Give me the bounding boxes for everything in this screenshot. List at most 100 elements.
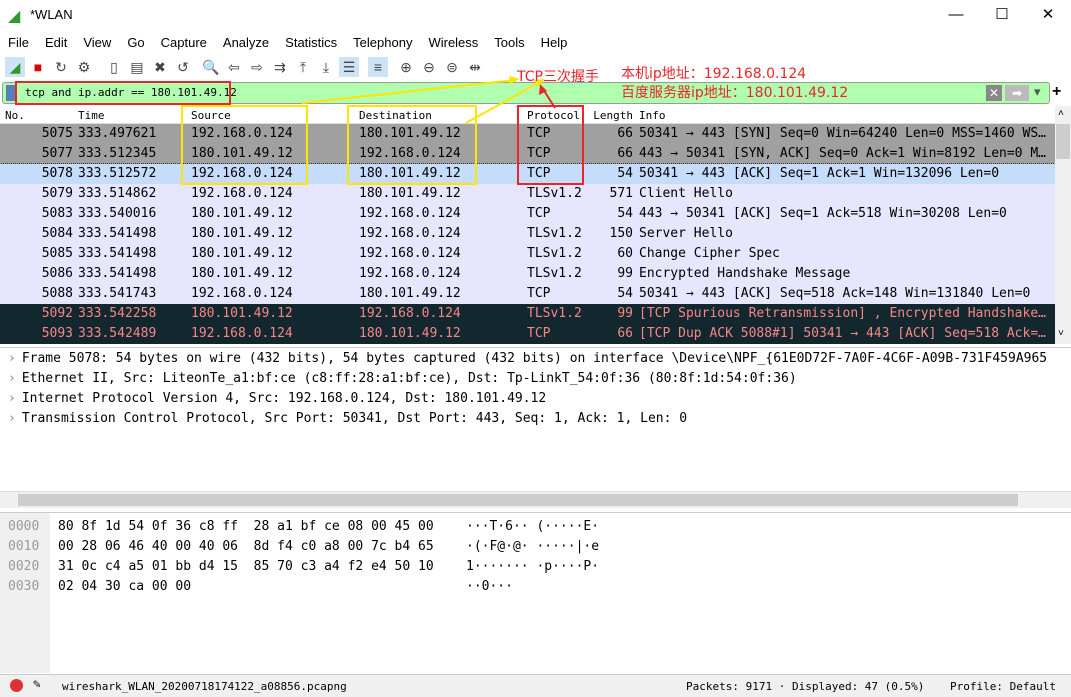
column-header-no[interactable]: No. [5,109,73,122]
reload-icon[interactable]: ↺ [173,57,193,77]
detail-tree-item[interactable]: › Internet Protocol Version 4, Src: 192.1… [0,388,1071,408]
expand-chevron-icon[interactable]: › [8,391,16,406]
packet-info: 443 → 50341 [ACK] Seq=1 Ack=518 Win=3020… [639,206,1007,221]
menu-telephony[interactable]: Telephony [345,32,420,50]
hex-bytes[interactable]: 00 28 06 46 40 00 40 06 8d f4 c0 a8 00 7… [58,539,434,559]
packet-src: 180.101.49.12 [191,306,293,321]
packet-row[interactable]: 5088 333.541743 192.168.0.124 180.101.49.12… [0,284,1055,304]
hex-bytes[interactable]: 80 8f 1d 54 0f 36 c8 ff 28 a1 bf ce 08 0… [58,519,434,539]
autoscroll-icon[interactable]: ☰ [339,57,359,77]
menu-bar: File Edit View Go Capture Analyze Statistics Te… [0,32,1071,54]
menu-file[interactable]: File [0,32,37,50]
packet-row[interactable]: 5083 333.540016 180.101.49.12 192.168.0.124… [0,204,1055,224]
scroll-down-icon[interactable]: ˅ [1058,328,1064,339]
column-header-length[interactable]: Length [588,109,633,122]
resize-columns-icon[interactable]: ⇹ [465,57,485,77]
column-header-info[interactable]: Info [639,109,1049,122]
packet-row[interactable]: 5075 333.497621 192.168.0.124 180.101.49.12… [0,124,1055,144]
detail-tree-item[interactable]: › Ethernet II, Src: LiteonTe_a1:bf:ce (c8… [0,368,1071,388]
menu-tools[interactable]: Tools [486,32,532,50]
packet-row[interactable]: 5086 333.541498 180.101.49.12 192.168.0.124… [0,264,1055,284]
packet-row[interactable]: 5077 333.512345 180.101.49.12 192.168.0.124… [0,144,1055,164]
packet-src: 192.168.0.124 [191,126,293,141]
capture-file-name: wireshark_WLAN_20200718174122_a08856.pca… [62,680,347,693]
column-header-protocol[interactable]: Protocol [527,109,580,122]
minimize-button[interactable]: — [933,0,979,31]
go-to-packet-icon[interactable]: ⇉ [270,57,290,77]
packet-row[interactable]: 5092 333.542258 180.101.49.12 192.168.0.124… [0,304,1055,324]
menu-statistics[interactable]: Statistics [277,32,345,50]
packet-row[interactable]: 5085 333.541498 180.101.49.12 192.168.0.124… [0,244,1055,264]
packet-row[interactable]: 5079 333.514862 192.168.0.124 180.101.49.12… [0,184,1055,204]
expand-chevron-icon[interactable]: › [8,351,16,366]
hex-bytes[interactable]: 31 0c c4 a5 01 bb d4 15 85 70 c3 a4 f2 e… [58,559,434,579]
back-icon[interactable]: ⇦ [224,57,244,77]
profile-label[interactable]: Profile: Default [950,680,1056,693]
column-header-source[interactable]: Source [191,109,231,122]
packet-no: 5086 [41,266,73,281]
packet-row[interactable]: 5084 333.541498 180.101.49.12 192.168.0.124… [0,224,1055,244]
packet-row[interactable]: 5078 333.512572 192.168.0.124 180.101.49.12… [0,163,1055,185]
column-header-time[interactable]: Time [78,109,105,122]
close-file-icon[interactable]: ✖ [150,57,170,77]
hex-ascii[interactable]: 1······· ·p····P· [466,559,599,579]
bookmark-icon[interactable] [6,85,16,101]
menu-view[interactable]: View [75,32,119,50]
detail-tree-item[interactable]: › Transmission Control Protocol, Src Port… [0,408,1071,428]
details-horizontal-scrollbar[interactable] [0,491,1071,508]
expand-chevron-icon[interactable]: › [8,411,16,426]
packet-proto: TLSv1.2 [527,306,582,321]
menu-wireless[interactable]: Wireless [420,32,486,50]
packet-info: Client Hello [639,186,733,201]
clear-filter-icon[interactable]: ✕ [986,85,1002,101]
expert-info-icon[interactable] [10,679,23,692]
scrollbar-thumb[interactable] [18,494,1018,506]
packet-dst: 192.168.0.124 [359,306,461,321]
zoom-out-icon[interactable]: ⊖ [419,57,439,77]
packet-info: Encrypted Handshake Message [639,266,851,281]
packet-no: 5093 [41,326,73,341]
packet-row[interactable]: 5093 333.542489 192.168.0.124 180.101.49.12… [0,324,1055,344]
packet-proto: TCP [527,206,551,221]
packet-info: 50341 → 443 [SYN] Seq=0 Win=64240 Len=0 … [639,126,1049,141]
expand-chevron-icon[interactable]: › [8,371,16,386]
zoom-normal-icon[interactable]: ⊜ [442,57,462,77]
apply-filter-icon[interactable]: ➡ [1005,85,1029,101]
add-filter-button[interactable]: + [1052,83,1061,101]
zoom-in-icon[interactable]: ⊕ [396,57,416,77]
packet-len: 99 [617,266,633,281]
last-packet-icon[interactable]: ⤓ [316,57,336,77]
menu-capture[interactable]: Capture [153,32,215,50]
detail-text: Ethernet II, Src: LiteonTe_a1:bf:ce (c8:… [21,371,797,386]
filter-input[interactable]: tcp and ip.addr == 180.101.49.12 [25,86,237,99]
open-file-icon[interactable]: ▯ [104,57,124,77]
scrollbar-thumb[interactable] [1056,124,1070,159]
hex-offset: 0000 [8,519,40,534]
capture-comment-icon[interactable]: ✎ [33,677,41,692]
hex-ascii[interactable]: ··0··· [466,579,513,599]
menu-analyze[interactable]: Analyze [215,32,277,50]
detail-tree-item[interactable]: › Frame 5078: 54 bytes on wire (432 bits)… [0,348,1071,368]
column-header-destination[interactable]: Destination [359,109,432,122]
find-icon[interactable]: 🔍 [201,57,221,77]
scroll-up-icon[interactable]: ˄ [1058,108,1064,119]
shark-fin-start-icon[interactable]: ◢ [5,57,25,77]
filter-history-dropdown[interactable]: ▾ [1034,84,1041,100]
hex-bytes[interactable]: 02 04 30 ca 00 00 [58,579,191,599]
maximize-button[interactable]: ☐ [979,0,1025,31]
menu-edit[interactable]: Edit [37,32,75,50]
hex-ascii[interactable]: ···T·6·· (·····E· [466,519,599,539]
menu-help[interactable]: Help [533,32,576,50]
save-file-icon[interactable]: ▤ [127,57,147,77]
stop-icon[interactable]: ■ [28,57,48,77]
menu-go[interactable]: Go [119,32,152,50]
restart-icon[interactable]: ↻ [51,57,71,77]
close-button[interactable]: ✕ [1025,0,1071,31]
options-gear-icon[interactable]: ⚙ [74,57,94,77]
first-packet-icon[interactable]: ⤒ [293,57,313,77]
packet-list-scrollbar[interactable]: ˄ ˅ [1055,106,1071,344]
hex-ascii[interactable]: ·(·F@·@· ·····|·e [466,539,599,559]
forward-icon[interactable]: ⇨ [247,57,267,77]
colorize-icon[interactable]: ≡ [368,57,388,77]
packet-src: 192.168.0.124 [191,286,293,301]
